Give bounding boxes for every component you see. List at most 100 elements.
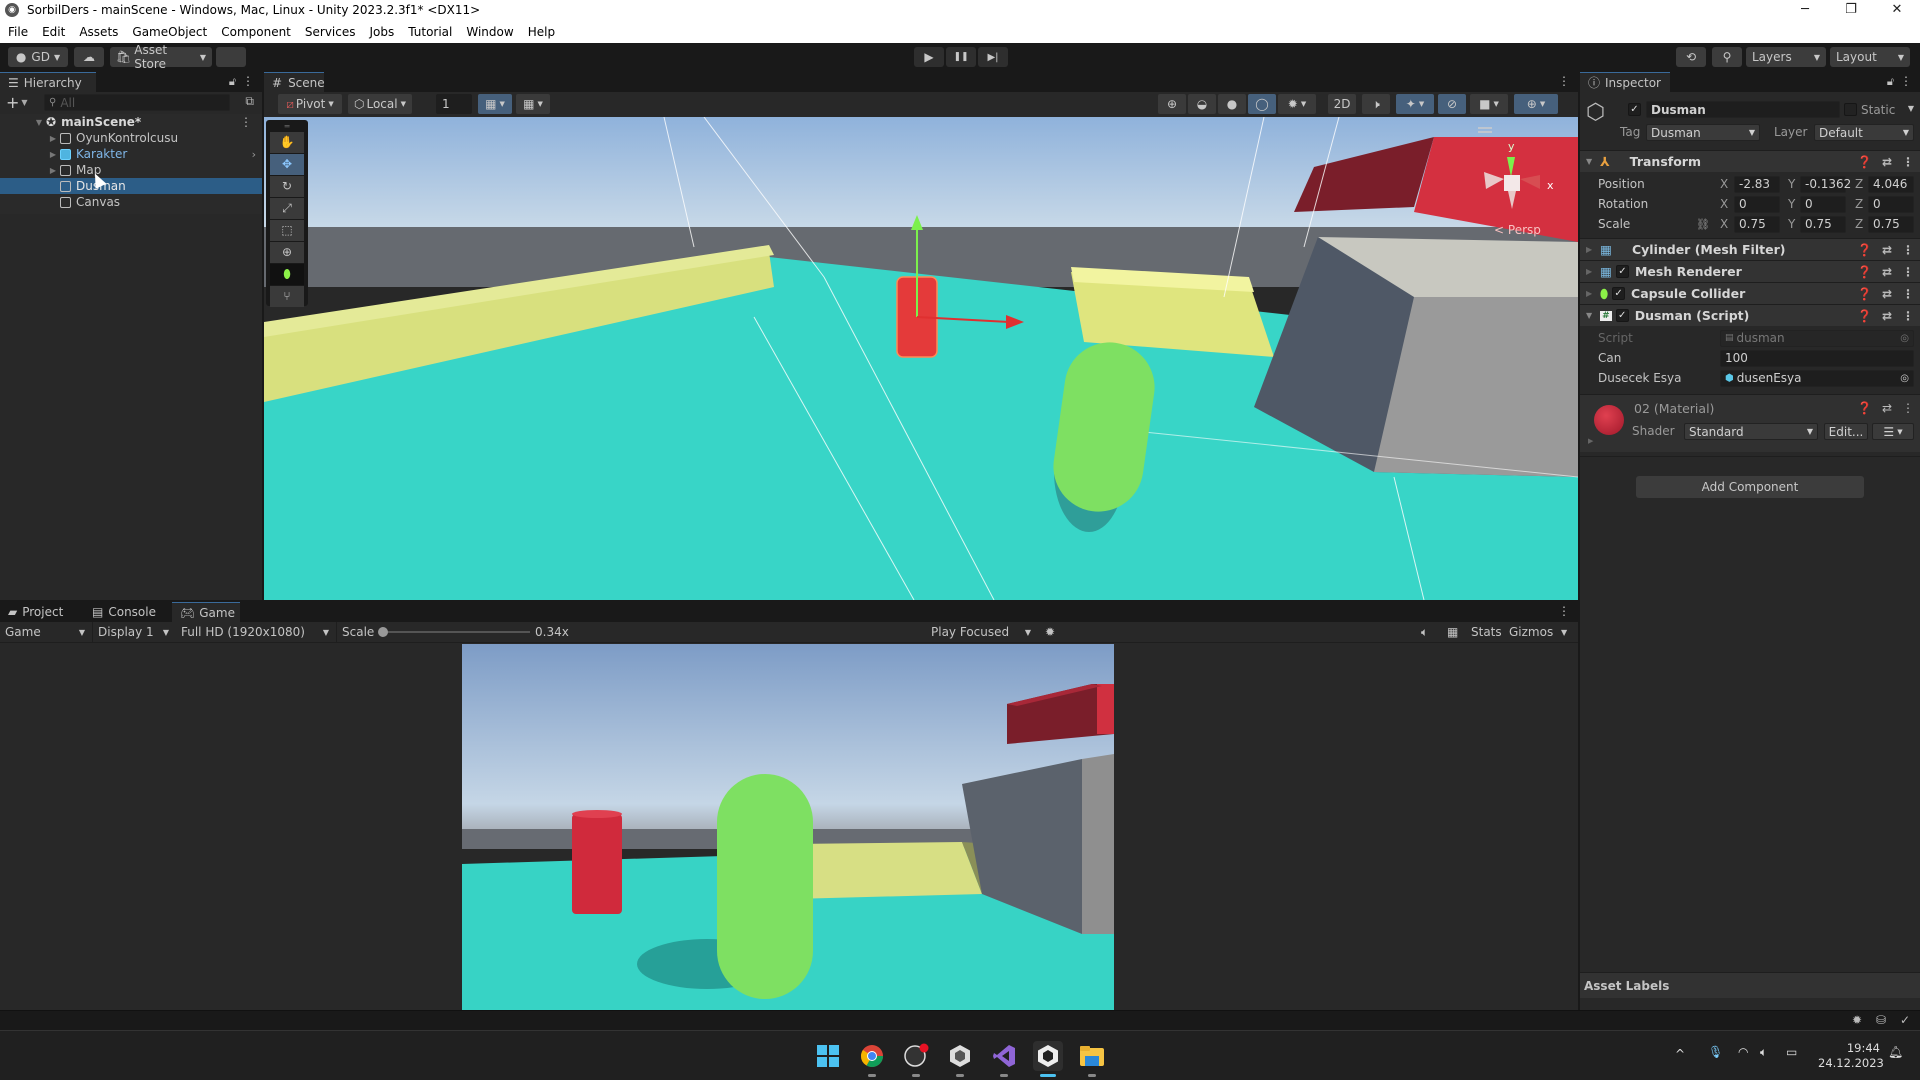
hand-tool-button[interactable]: ✋: [270, 132, 304, 153]
account-button[interactable]: ● GD ▼: [8, 47, 68, 67]
expand-search-icon[interactable]: ⧉: [245, 94, 254, 109]
more-options-icon[interactable]: ⋮: [1558, 74, 1570, 88]
microphone-icon[interactable]: 🎙︎: [1708, 1045, 1723, 1059]
collapse-arrow-icon[interactable]: ▼: [1586, 311, 1592, 320]
keyboard-shortcuts-button[interactable]: ▦: [1442, 622, 1463, 642]
static-dropdown-icon[interactable]: ▼: [1908, 104, 1914, 113]
effects-dropdown[interactable]: ✦ ▼: [1396, 94, 1434, 114]
tag-dropdown[interactable]: Dusman ▼: [1646, 124, 1760, 141]
expand-arrow-icon[interactable]: ▶: [1586, 267, 1592, 276]
transform-tool-button[interactable]: ⊕: [270, 242, 304, 263]
rotation-y-field[interactable]: 0: [1800, 195, 1846, 213]
scene-root[interactable]: ▼ ✪ mainScene* ⋮: [0, 114, 262, 130]
stats-button[interactable]: Stats: [1466, 622, 1507, 642]
undo-history-button[interactable]: ⟲: [1676, 47, 1706, 67]
more-options-icon[interactable]: ⋮: [242, 74, 254, 88]
play-button[interactable]: ▶: [914, 47, 944, 67]
more-options-icon[interactable]: ⋮: [1558, 604, 1570, 618]
persp-label[interactable]: < Persp: [1494, 223, 1541, 237]
position-y-field[interactable]: -0.1362: [1800, 175, 1851, 193]
cache-server-icon[interactable]: ⛁: [1876, 1013, 1886, 1027]
more-options-icon[interactable]: ⋮: [1900, 74, 1912, 88]
presets-icon[interactable]: ⇄: [1882, 265, 1892, 279]
tab-console[interactable]: ▤ Console: [84, 602, 172, 622]
scene-options-icon[interactable]: ⋮: [240, 115, 252, 129]
game-viewport[interactable]: [462, 644, 1114, 1010]
search-button[interactable]: ⚲: [1712, 47, 1742, 67]
menu-window[interactable]: Window: [458, 25, 519, 39]
battery-icon[interactable]: ▭: [1786, 1045, 1797, 1059]
progress-check-icon[interactable]: ✓: [1900, 1013, 1910, 1027]
gizmos-button[interactable]: Gizmos: [1504, 622, 1558, 642]
presets-icon[interactable]: ⇄: [1882, 155, 1892, 169]
shader-options-dropdown[interactable]: ☰ ▼: [1872, 423, 1914, 440]
scale-tool-button[interactable]: ⤢: [270, 198, 304, 219]
hierarchy-item[interactable]: ▶ Map: [0, 162, 262, 178]
menu-edit[interactable]: Edit: [34, 25, 71, 39]
lock-icon[interactable]: 🔓︎: [1887, 75, 1894, 89]
scale-y-field[interactable]: 0.75: [1800, 215, 1846, 233]
expand-arrow-icon[interactable]: ▶: [1586, 245, 1592, 254]
can-input[interactable]: 100: [1720, 349, 1914, 367]
chevron-up-icon[interactable]: ^: [1675, 1047, 1685, 1061]
layout-dropdown[interactable]: Layout ▼: [1830, 47, 1910, 67]
presets-icon[interactable]: ⇄: [1882, 309, 1892, 323]
grid-visibility-toggle[interactable]: ▦ ▼: [478, 94, 512, 114]
position-x-field[interactable]: -2.83: [1734, 175, 1780, 193]
asset-store-button[interactable]: 🛍 Asset Store ▼: [110, 43, 212, 71]
notification-bell-icon[interactable]: 🔔︎: [1888, 1045, 1903, 1059]
menu-tutorial[interactable]: Tutorial: [400, 25, 458, 39]
rect-tool-button[interactable]: ⬚: [270, 220, 304, 241]
collider-edit-button[interactable]: ⬮: [270, 264, 304, 285]
tab-inspector[interactable]: ⓘ Inspector: [1580, 72, 1670, 92]
camera-settings-dropdown[interactable]: ■ ▼: [1470, 94, 1508, 114]
more-options-icon[interactable]: ⋮: [1902, 309, 1914, 323]
grid-snap-input[interactable]: 1: [436, 94, 472, 114]
menu-component[interactable]: Component: [213, 25, 297, 39]
expand-arrow-icon[interactable]: ▶: [48, 134, 58, 143]
local-dropdown[interactable]: ⬡ Local ▼: [348, 94, 412, 114]
pause-button[interactable]: ❚❚: [946, 47, 976, 67]
object-picker-icon[interactable]: ◎: [1900, 373, 1909, 384]
custom-tool-button[interactable]: ⑂: [270, 286, 304, 307]
help-icon[interactable]: ❓: [1857, 287, 1872, 301]
shader-dropdown[interactable]: Standard ▼: [1684, 423, 1818, 440]
expand-arrow-icon[interactable]: ▶: [48, 150, 58, 159]
more-options-icon[interactable]: ⋮: [1902, 265, 1914, 279]
capsule-collider-header[interactable]: ▶ ⬮ ✓ Capsule Collider ❓ ⇄ ⋮: [1580, 282, 1920, 304]
menu-assets[interactable]: Assets: [71, 25, 124, 39]
obs-icon[interactable]: [901, 1041, 931, 1077]
hierarchy-item[interactable]: ▶ Karakter ›: [0, 146, 262, 162]
constrain-proportions-icon[interactable]: ⛓: [1696, 218, 1710, 231]
dusecek-esya-field[interactable]: ⬢ dusenEsya ◎: [1720, 369, 1914, 387]
active-checkbox[interactable]: ✓: [1628, 103, 1641, 116]
transform-header[interactable]: ▼ ⅄ Transform ❓ ⇄ ⋮: [1580, 150, 1920, 172]
menu-gameobject[interactable]: GameObject: [124, 25, 213, 39]
move-tool-button[interactable]: ✥: [270, 154, 304, 175]
layer-dropdown[interactable]: Default ▼: [1814, 124, 1914, 141]
volume-icon[interactable]: 🔈︎: [1760, 1045, 1767, 1060]
hierarchy-search-input[interactable]: ⚲ All: [44, 94, 230, 111]
cloud-button[interactable]: ☁: [74, 47, 104, 67]
clock[interactable]: 19:44 24.12.2023: [1818, 1041, 1884, 1071]
frame-debugger-button[interactable]: ✹: [1040, 622, 1060, 642]
expand-arrow-icon[interactable]: ▼: [34, 118, 44, 127]
lock-icon[interactable]: 🔓︎: [229, 75, 236, 89]
scene-viewport[interactable]: y x < Persp: [264, 117, 1578, 600]
layers-dropdown[interactable]: Layers ▼: [1746, 47, 1826, 67]
mute-audio-button[interactable]: 🔈︎: [1416, 622, 1433, 642]
more-options-icon[interactable]: ⋮: [1902, 243, 1914, 257]
help-icon[interactable]: ❓: [1857, 155, 1872, 169]
help-icon[interactable]: ❓: [1857, 243, 1872, 257]
help-icon[interactable]: ❓: [1857, 401, 1872, 415]
tab-game[interactable]: 🎮︎ Game: [172, 602, 240, 622]
scale-z-field[interactable]: 0.75: [1868, 215, 1914, 233]
hierarchy-item[interactable]: Canvas: [0, 194, 262, 210]
tab-hierarchy[interactable]: ☰ Hierarchy: [0, 72, 96, 92]
hierarchy-item[interactable]: ▶ OyunKontrolcusu: [0, 130, 262, 146]
component-enabled-checkbox[interactable]: ✓: [1615, 309, 1629, 322]
visual-studio-icon[interactable]: [989, 1041, 1019, 1077]
unity-hub-icon[interactable]: [945, 1041, 975, 1077]
expand-arrow-icon[interactable]: ▶: [1588, 437, 1593, 445]
close-button[interactable]: ✕: [1874, 0, 1920, 20]
